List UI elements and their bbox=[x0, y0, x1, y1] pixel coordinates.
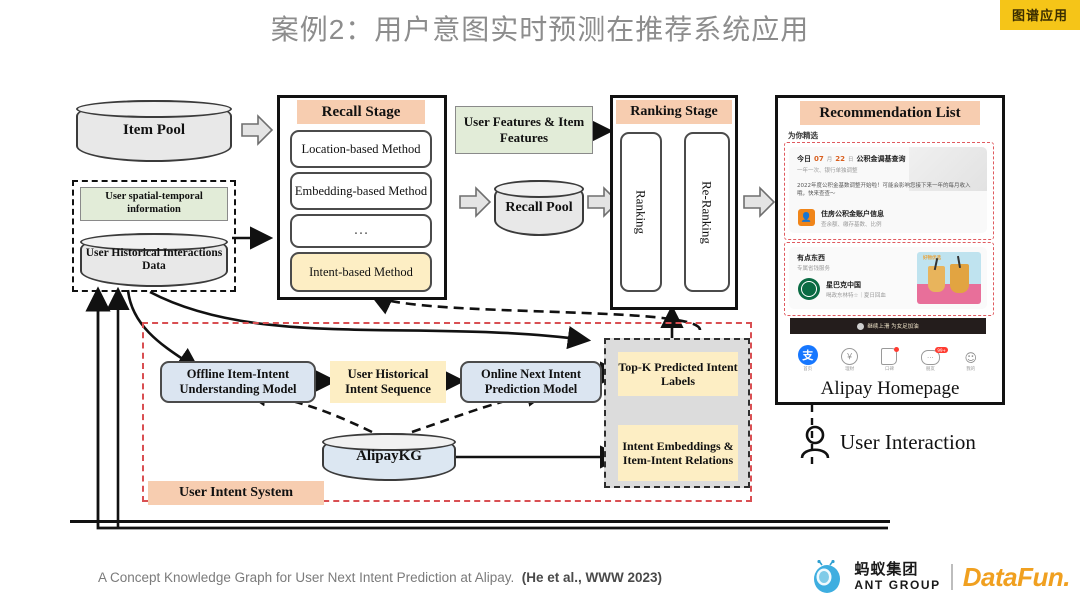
nav-item-home[interactable]: 支 首页 bbox=[797, 345, 818, 372]
banner-badge-icon bbox=[857, 322, 865, 330]
page-title: 案例2：用户意图实时预测在推荐系统应用 bbox=[270, 14, 810, 45]
promo-banner[interactable]: 继续上滑 为女足加油 bbox=[790, 318, 986, 334]
user-intent-system-label: User Intent System bbox=[148, 481, 324, 505]
chat-badge-count: 99+ bbox=[935, 347, 948, 353]
card1-subtitle: 一年一次、银行单独调整 bbox=[797, 168, 858, 174]
card2-brand: 星巴克中国 bbox=[826, 281, 861, 289]
alipay-kg-cylinder: AlipayKG bbox=[322, 433, 456, 481]
nav-item-profile[interactable]: ☺ 我的 bbox=[963, 350, 978, 373]
user-interaction-group: User Interaction bbox=[800, 425, 976, 459]
online-next-intent-model[interactable]: Online Next Intent Prediction Model bbox=[460, 361, 602, 403]
ranking-box[interactable]: Ranking bbox=[620, 132, 662, 292]
item-pool-cylinder: Item Pool bbox=[76, 100, 232, 162]
caption-citation: (He et al., WWW 2023) bbox=[521, 570, 663, 585]
card2-promo: 好物优选 bbox=[923, 256, 941, 261]
finance-icon: ￥ bbox=[841, 348, 859, 365]
card2-image: 好物优选 bbox=[917, 252, 981, 304]
nav-item-friends[interactable]: ··· 99+ 朋友 bbox=[920, 347, 948, 372]
datafun-logo: DataFun. bbox=[962, 561, 1071, 592]
koubei-badge-dot bbox=[894, 347, 900, 352]
arrow-ranking-to-reclist bbox=[742, 185, 776, 224]
recommendation-list-title: Recommendation List bbox=[800, 101, 980, 125]
recommendation-card-2[interactable]: 有点东西 专属省钱服务 星巴克中国 喝政东林特☆｜夏日回血 好物优选 bbox=[789, 247, 987, 309]
figure-caption: A Concept Knowledge Graph for User Next … bbox=[0, 570, 760, 585]
card1-item-icon: 👤 bbox=[798, 209, 815, 226]
alipay-phone-mock: 为你精选 今日 07 月 22 日 公积金调基查询 一年一次、银行单独调整 20… bbox=[780, 128, 1000, 376]
recall-method-intent[interactable]: Intent-based Method bbox=[290, 252, 432, 292]
nav-item-koubei[interactable]: 口碑 bbox=[881, 347, 900, 372]
card2-brand-sub: 喝政东林特☆｜夏日回血 bbox=[826, 293, 886, 299]
starbucks-logo-icon bbox=[798, 278, 820, 300]
card1-item-title: 住房公积金账户信息 bbox=[821, 210, 884, 218]
user-item-features-label: User Features & Item Features bbox=[463, 114, 585, 145]
arrow-itempool-to-recall bbox=[240, 113, 274, 152]
user-item-features-box: User Features & Item Features bbox=[455, 106, 593, 154]
section-header: 为你精选 bbox=[788, 131, 818, 140]
recall-stage-title: Recall Stage bbox=[297, 100, 425, 124]
alipay-kg-label: AlipayKG bbox=[356, 448, 422, 465]
alipay-bottom-nav: 支 首页 ￥ 理财 口碑 ··· 99+ 朋友 ☺ 我的 bbox=[786, 338, 990, 372]
user-spatial-temporal-label: User spatial-temporal information bbox=[105, 191, 203, 215]
diagram-outer-frame bbox=[70, 520, 890, 523]
recall-pool-label: Recall Pool bbox=[505, 199, 573, 215]
card1-item-sub: 查余额、缴存基数、比例 bbox=[821, 222, 882, 228]
user-historical-intent-sequence: User Historical Intent Sequence bbox=[330, 361, 446, 403]
caption-main: A Concept Knowledge Graph for User Next … bbox=[97, 570, 515, 585]
re-ranking-box[interactable]: Re-Ranking bbox=[684, 132, 730, 292]
recall-method-embedding[interactable]: Embedding-based Method bbox=[290, 172, 432, 210]
banner-text: 继续上滑 为女足加油 bbox=[867, 324, 919, 330]
offline-item-intent-model[interactable]: Offline Item-Intent Understanding Model bbox=[160, 361, 316, 403]
recommendation-card-1[interactable]: 今日 07 月 22 日 公积金调基查询 一年一次、银行单独调整 2022年度公… bbox=[789, 147, 987, 233]
logo-row: 蚂蚁集团 ANT GROUP DataFun. bbox=[810, 560, 1071, 594]
topk-predicted-intent-labels: Top-K Predicted Intent Labels bbox=[618, 352, 738, 396]
logo-divider bbox=[950, 564, 953, 590]
card1-body: 2022年度公积金基数调整开始啦！可能会影响您接下来一年的每月收入哦，快来查查～ bbox=[797, 183, 971, 198]
ant-group-logo-icon bbox=[814, 560, 841, 593]
ant-group-cn: 蚂蚁集团 bbox=[854, 560, 919, 579]
profile-icon: ☺ bbox=[964, 350, 977, 365]
ranking-stage-title: Ranking Stage bbox=[616, 100, 732, 124]
corner-badge: 图谱应用 bbox=[999, 0, 1080, 30]
intent-embeddings-relations: Intent Embeddings & Item-Intent Relation… bbox=[618, 425, 738, 481]
user-person-icon bbox=[800, 425, 830, 459]
ant-group-en: ANT GROUP bbox=[854, 577, 941, 592]
user-historical-interactions-label: User Historical Interactions Data bbox=[85, 246, 223, 272]
user-historical-interactions-cylinder: User Historical Interactions Data bbox=[80, 233, 228, 287]
card2-title: 有点东西 bbox=[797, 254, 825, 262]
card1-title: 今日 07 月 22 日 公积金调基查询 bbox=[797, 155, 906, 163]
alipay-logo-icon: 支 bbox=[797, 345, 818, 365]
alipay-homepage-label: Alipay Homepage bbox=[820, 378, 960, 399]
card2-subtitle: 专属省钱服务 bbox=[797, 266, 831, 272]
user-spatial-temporal-box: User spatial-temporal information bbox=[80, 187, 228, 221]
nav-item-finance[interactable]: ￥ 理财 bbox=[841, 348, 859, 372]
arrow-recall-to-pool bbox=[458, 185, 492, 224]
recall-method-location[interactable]: Location-based Method bbox=[290, 130, 432, 168]
user-interaction-label: User Interaction bbox=[840, 429, 976, 454]
recall-method-ellipsis[interactable]: … bbox=[290, 214, 432, 248]
item-pool-label: Item Pool bbox=[122, 122, 186, 139]
recall-pool-cylinder: Recall Pool bbox=[494, 180, 584, 236]
